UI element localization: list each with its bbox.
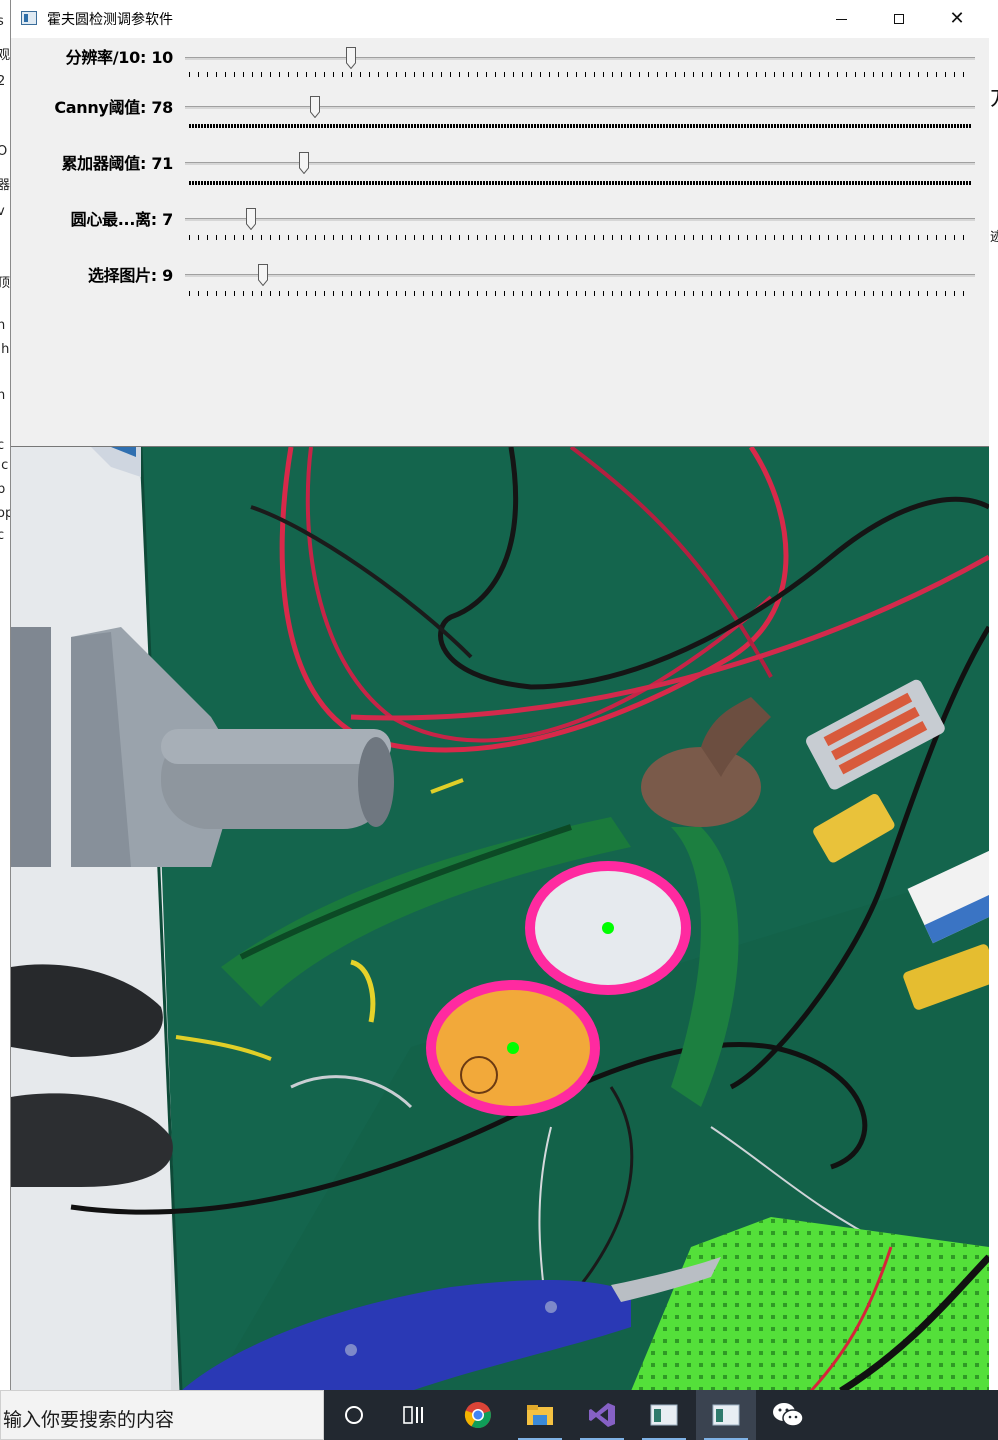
cortana-button[interactable] <box>324 1390 384 1440</box>
trackbar-select-image[interactable] <box>185 274 975 277</box>
bg-text: O <box>0 144 8 159</box>
wechat-icon <box>773 1403 804 1427</box>
trackbar-ticks <box>189 235 971 240</box>
bg-text: h <box>0 388 6 403</box>
bg-text: op <box>0 506 10 521</box>
bg-text: .h <box>0 342 10 357</box>
window-title: 霍夫圆检测调参软件 <box>47 12 173 28</box>
trackbar-ticks <box>189 181 971 185</box>
app-window-icon <box>712 1404 740 1426</box>
wechat-button[interactable] <box>758 1390 818 1440</box>
minimize-icon <box>835 18 847 20</box>
bg-text: c <box>0 528 5 543</box>
bg-text: s <box>0 14 4 29</box>
circle-center-marker <box>507 1042 519 1054</box>
title-bar[interactable]: 霍夫圆检测调参软件 ✕ <box>11 0 989 38</box>
background-window-right: 方 迹 <box>988 0 998 1390</box>
bg-text: 观 <box>0 48 10 63</box>
search-placeholder: 输入你要搜索的内容 <box>3 1409 175 1431</box>
bg-text: h <box>0 318 6 333</box>
trackbar-min-dist[interactable] <box>185 218 975 221</box>
taskbar: 输入你要搜索的内容 <box>0 1390 998 1440</box>
trackbar-thumb-select-image[interactable] <box>258 264 269 286</box>
bg-text: p <box>0 482 6 497</box>
trackbar-label-canny: Canny阈值: 78 <box>54 98 173 117</box>
app-window-icon <box>650 1404 678 1426</box>
chrome-button[interactable] <box>448 1390 508 1440</box>
opencv-window-button[interactable] <box>634 1390 694 1440</box>
trackbar-ticks <box>189 291 971 296</box>
minimize-button[interactable] <box>812 0 870 38</box>
trackbar-label-resolution: 分辨率/10: 10 <box>65 48 174 67</box>
maximize-icon <box>894 14 904 24</box>
chrome-icon <box>464 1402 491 1429</box>
cortana-icon <box>345 1406 363 1424</box>
bg-text: .c <box>0 458 9 473</box>
app-window: 霍夫圆检测调参软件 ✕ 分辨率/10: 10 Canny阈值: 78 累加器阈值… <box>10 0 989 1391</box>
trackbar-thumb-accumulator[interactable] <box>298 152 309 174</box>
file-explorer-button[interactable] <box>510 1390 570 1440</box>
taskbar-search-box[interactable]: 输入你要搜索的内容 <box>0 1390 324 1440</box>
circle-center-marker <box>602 922 614 934</box>
bg-text: 顶 <box>0 276 10 291</box>
trackbar-thumb-min-dist[interactable] <box>245 208 256 230</box>
opencv-window-button-active[interactable] <box>696 1390 756 1440</box>
app-window-icon <box>21 11 37 25</box>
bg-text: 迹 <box>990 230 998 245</box>
bg-text: 器 <box>0 178 10 193</box>
close-icon: ✕ <box>949 8 965 29</box>
trackbar-panel: 分辨率/10: 10 Canny阈值: 78 累加器阈值: 71 圆心最...离… <box>11 38 989 446</box>
maximize-button[interactable] <box>870 0 928 38</box>
hough-circle-result-image <box>11 446 989 1391</box>
trackbar-thumb-canny[interactable] <box>310 96 321 118</box>
trackbar-label-min-dist: 圆心最...离: 7 <box>70 210 174 229</box>
task-view-icon <box>403 1406 423 1424</box>
bg-text: 方 <box>990 80 998 112</box>
trackbar-label-select-image: 选择图片: 9 <box>87 266 173 285</box>
background-window-left: s 观 2 O 器 v 顶 h .h h c .c p op c <box>0 0 10 1390</box>
trackbar-thumb-resolution[interactable] <box>345 47 356 69</box>
trackbar-ticks <box>189 72 971 77</box>
close-button[interactable]: ✕ <box>928 0 986 38</box>
bg-text: 2 <box>0 74 6 89</box>
trackbar-label-accumulator: 累加器阈值: 71 <box>61 154 173 173</box>
visual-studio-icon <box>589 1403 615 1427</box>
trackbar-ticks <box>189 124 971 128</box>
bg-text: v <box>0 204 5 219</box>
bg-text: c <box>0 438 5 453</box>
trackbar-canny[interactable] <box>185 106 975 109</box>
task-view-button[interactable] <box>384 1390 444 1440</box>
visual-studio-button[interactable] <box>572 1390 632 1440</box>
file-explorer-icon <box>527 1405 553 1425</box>
trackbar-resolution[interactable] <box>185 57 975 60</box>
